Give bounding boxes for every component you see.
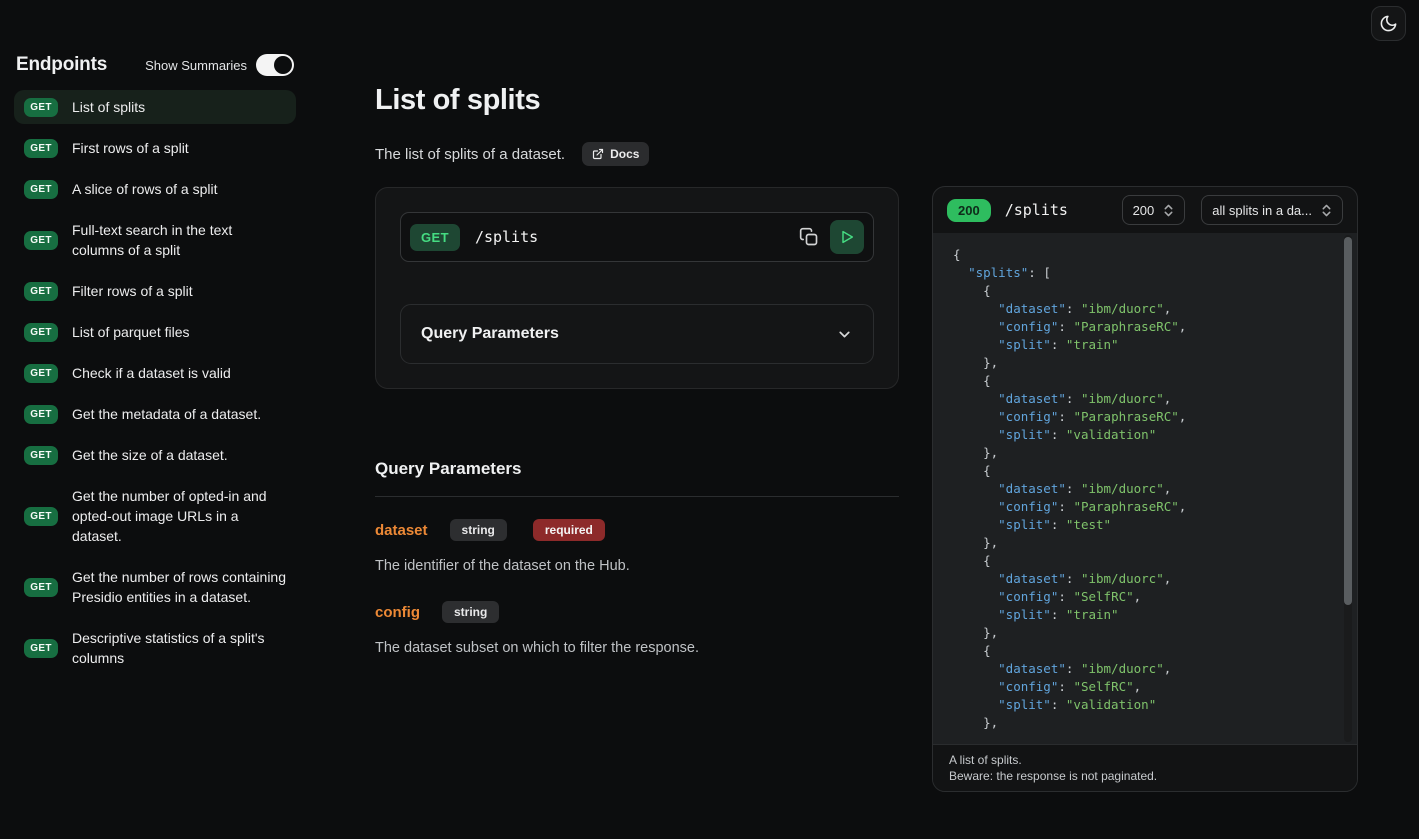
sidebar-item-get-the-size-of-a-dataset[interactable]: GET Get the size of a dataset. <box>14 438 296 472</box>
collapsible-label: Query Parameters <box>421 325 559 343</box>
example-select-value: all splits in a da... <box>1212 203 1312 218</box>
endpoint-label: Descriptive statistics of a split's colu… <box>72 628 286 668</box>
param-type-badge: string <box>450 519 507 541</box>
description-row: The list of splits of a dataset. Docs <box>375 142 899 166</box>
endpoint-label: Get the number of opted-in and opted-out… <box>72 486 286 546</box>
endpoint-label: Get the metadata of a dataset. <box>72 404 261 424</box>
method-pill: GET <box>24 323 58 342</box>
scrollbar-thumb[interactable] <box>1344 237 1352 605</box>
scrollbar-track[interactable] <box>1344 235 1352 742</box>
sidebar-item-list-of-splits[interactable]: GET List of splits <box>14 90 296 124</box>
play-icon <box>839 229 855 245</box>
sidebar-item-get-the-number-of-opted-in-and-opted-out-image-urls-in-a-dataset[interactable]: GET Get the number of opted-in and opted-… <box>14 479 296 553</box>
sidebar: Endpoints Show Summaries GET List of spli… <box>14 54 296 682</box>
param-description: The dataset subset on which to filter th… <box>375 640 899 656</box>
external-link-icon <box>592 148 604 160</box>
sidebar-item-list-of-parquet-files[interactable]: GET List of parquet files <box>14 315 296 349</box>
status-code-select-value: 200 <box>1133 203 1155 218</box>
toggle-knob <box>274 56 292 74</box>
request-path: /splits <box>475 228 794 246</box>
param-required-badge: required <box>533 519 605 541</box>
endpoint-label: List of splits <box>72 97 145 117</box>
sidebar-item-a-slice-of-rows-of-a-split[interactable]: GET A slice of rows of a split <box>14 172 296 206</box>
endpoint-label: Check if a dataset is valid <box>72 363 231 383</box>
param-row: dataset string required <box>375 519 899 541</box>
divider <box>375 496 899 497</box>
docs-button-label: Docs <box>610 147 639 161</box>
response-footer: A list of splits. Beware: the response i… <box>933 744 1357 791</box>
copy-icon <box>799 227 819 247</box>
response-footer-line: A list of splits. <box>949 752 1341 768</box>
status-code-select[interactable]: 200 <box>1122 195 1186 225</box>
sidebar-header: Endpoints Show Summaries <box>14 54 296 76</box>
response-body[interactable]: { "splits": [ { "dataset": "ibm/duorc", … <box>933 233 1357 744</box>
endpoint-label: A slice of rows of a split <box>72 179 218 199</box>
param-dataset: dataset string required The identifier of t… <box>375 519 899 574</box>
param-name: dataset <box>375 522 428 539</box>
sidebar-item-check-if-a-dataset-is-valid[interactable]: GET Check if a dataset is valid <box>14 356 296 390</box>
method-pill: GET <box>24 139 58 158</box>
param-config: config string The dataset subset on which … <box>375 601 899 656</box>
response-header: 200 /splits 200 all splits in a da... <box>933 187 1357 233</box>
method-pill: GET <box>24 98 58 117</box>
query-parameters-section: Query Parameters dataset string required Th… <box>375 459 899 656</box>
sidebar-item-get-the-number-of-rows-containing-presidio-entities-in-a-dataset[interactable]: GET Get the number of rows containing Pre… <box>14 560 296 614</box>
chevron-updown-icon <box>1163 204 1174 217</box>
sidebar-item-first-rows-of-a-split[interactable]: GET First rows of a split <box>14 131 296 165</box>
endpoint-label: Get the size of a dataset. <box>72 445 228 465</box>
param-description: The identifier of the dataset on the Hub… <box>375 558 899 574</box>
method-badge: GET <box>410 224 460 251</box>
method-pill: GET <box>24 405 58 424</box>
sidebar-item-descriptive-statistics-of-a-split-s-columns[interactable]: GET Descriptive statistics of a split's c… <box>14 621 296 675</box>
show-summaries-control: Show Summaries <box>145 54 294 76</box>
method-pill: GET <box>24 282 58 301</box>
page-description: The list of splits of a dataset. <box>375 146 565 163</box>
endpoint-label: First rows of a split <box>72 138 189 158</box>
moon-icon <box>1379 14 1398 33</box>
response-json-code: { "splits": [ { "dataset": "ibm/duorc", … <box>953 246 1357 732</box>
response-panel: 200 /splits 200 all splits in a da... { … <box>932 186 1358 792</box>
page-title: List of splits <box>375 84 899 117</box>
chevron-down-icon <box>836 326 853 343</box>
method-pill: GET <box>24 446 58 465</box>
sidebar-item-full-text-search-in-the-text-columns-of-a-split[interactable]: GET Full-text search in the text columns … <box>14 213 296 267</box>
endpoint-label: Filter rows of a split <box>72 281 193 301</box>
param-row: config string <box>375 601 899 623</box>
request-bar: GET /splits <box>400 212 874 262</box>
theme-toggle-button[interactable] <box>1371 6 1406 41</box>
run-button[interactable] <box>830 220 864 254</box>
param-name: config <box>375 604 420 621</box>
chevron-updown-icon <box>1321 204 1332 217</box>
example-select[interactable]: all splits in a da... <box>1201 195 1343 225</box>
params-list: dataset string required The identifier of t… <box>375 519 899 656</box>
request-card: GET /splits Query Parameters <box>375 187 899 389</box>
query-parameters-collapsible[interactable]: Query Parameters <box>400 304 874 364</box>
method-pill: GET <box>24 231 58 250</box>
docs-button[interactable]: Docs <box>582 142 649 166</box>
show-summaries-toggle[interactable] <box>256 54 294 76</box>
status-badge: 200 <box>947 199 991 222</box>
method-pill: GET <box>24 180 58 199</box>
show-summaries-label: Show Summaries <box>145 58 247 73</box>
endpoint-label: Get the number of rows containing Presid… <box>72 567 286 607</box>
param-type-badge: string <box>442 601 499 623</box>
method-pill: GET <box>24 507 58 526</box>
method-pill: GET <box>24 578 58 597</box>
endpoint-label: List of parquet files <box>72 322 190 342</box>
endpoint-label: Full-text search in the text columns of … <box>72 220 286 260</box>
sidebar-title: Endpoints <box>16 54 107 76</box>
main-content: List of splits The list of splits of a d… <box>375 84 899 656</box>
response-footer-line: Beware: the response is not paginated. <box>949 768 1341 784</box>
sidebar-item-filter-rows-of-a-split[interactable]: GET Filter rows of a split <box>14 274 296 308</box>
copy-button[interactable] <box>794 222 824 252</box>
sidebar-item-get-the-metadata-of-a-dataset[interactable]: GET Get the metadata of a dataset. <box>14 397 296 431</box>
method-pill: GET <box>24 364 58 383</box>
method-pill: GET <box>24 639 58 658</box>
query-parameters-heading: Query Parameters <box>375 459 899 479</box>
endpoint-list: GET List of splits GET First rows of a spli… <box>14 90 296 675</box>
response-path: /splits <box>1005 201 1122 219</box>
